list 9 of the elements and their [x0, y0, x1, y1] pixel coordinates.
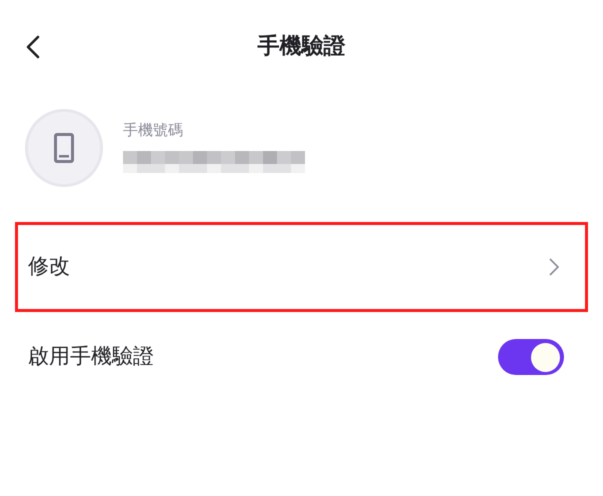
page-title: 手機驗證: [258, 32, 346, 60]
row-label: 啟用手機驗證: [28, 343, 154, 370]
chevron-right-icon: [549, 258, 559, 276]
row-label: 修改: [28, 253, 70, 280]
phone-icon: [54, 133, 74, 163]
back-icon: [26, 35, 40, 59]
phone-label: 手機號碼: [123, 120, 184, 141]
edit-row[interactable]: 修改: [15, 222, 588, 312]
toggle-switch[interactable]: [498, 339, 564, 375]
